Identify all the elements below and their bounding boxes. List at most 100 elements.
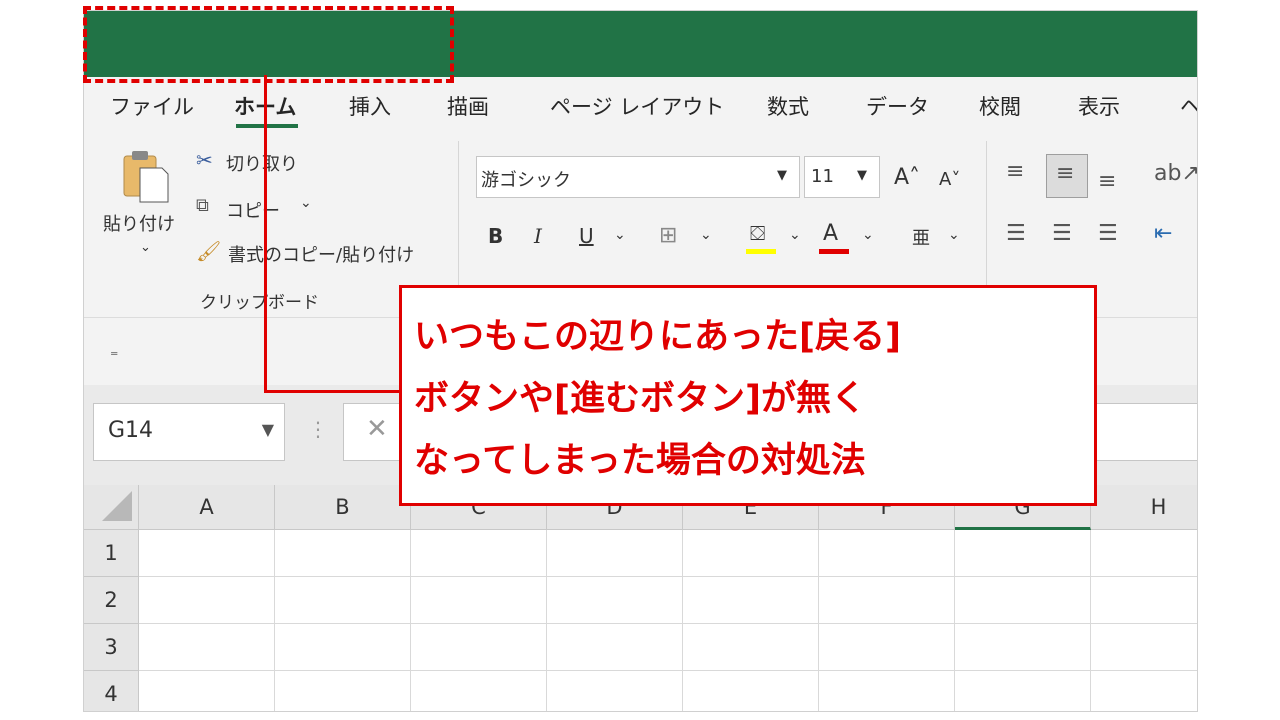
chevron-down-icon: ▼	[857, 168, 867, 183]
scissors-icon: ✂	[196, 148, 213, 172]
cell-c1[interactable]	[411, 530, 547, 577]
cell-c2[interactable]	[411, 577, 547, 624]
increase-font-size-icon[interactable]: A˄	[894, 165, 920, 190]
column-header-h[interactable]: H	[1091, 485, 1197, 530]
align-left-icon[interactable]: ☰	[1006, 221, 1026, 246]
cell-h1[interactable]	[1091, 530, 1197, 577]
align-middle-button[interactable]: ≡	[1046, 154, 1088, 198]
decrease-font-size-icon[interactable]: A˅	[939, 169, 960, 190]
phonetic-guide-icon[interactable]: 亜	[912, 224, 930, 250]
copy-icon: ⧉	[196, 195, 209, 216]
cut-button[interactable]: ✂ 切り取り	[196, 148, 326, 176]
tab-page-layout[interactable]: ページ レイアウト	[550, 91, 724, 121]
copy-button[interactable]: ⧉ コピー ⌄	[196, 195, 326, 223]
cell-g4[interactable]	[955, 671, 1091, 711]
phonetic-dropdown-icon[interactable]: ⌄	[948, 227, 960, 243]
fill-color-dropdown-icon[interactable]: ⌄	[789, 227, 801, 243]
cell-f1[interactable]	[819, 530, 955, 577]
cell-h3[interactable]	[1091, 624, 1197, 671]
copy-label: コピー	[226, 201, 280, 222]
cell-b3[interactable]	[275, 624, 411, 671]
paint-bucket-icon: ⛋	[750, 221, 766, 245]
callout-connector	[264, 390, 400, 393]
callout-box: いつもこの辺りにあった[戻る] ボタンや[進むボタン]が無く なってしまった場合…	[399, 285, 1097, 506]
tab-data[interactable]: データ	[866, 91, 929, 121]
align-right-icon[interactable]: ☰	[1098, 221, 1118, 246]
quick-access-customize-icon[interactable]: ₌	[110, 341, 118, 360]
font-color-dropdown-icon[interactable]: ⌄	[862, 227, 874, 243]
cell-h2[interactable]	[1091, 577, 1197, 624]
paste-dropdown-icon[interactable]: ⌄	[140, 240, 151, 255]
cell-b1[interactable]	[275, 530, 411, 577]
cell-e4[interactable]	[683, 671, 819, 711]
cell-f2[interactable]	[819, 577, 955, 624]
paste-button[interactable]: 貼り付け ⌄	[103, 148, 186, 268]
italic-button[interactable]: I	[534, 224, 542, 248]
font-size-select[interactable]: 11 ▼	[804, 156, 880, 198]
cell-f3[interactable]	[819, 624, 955, 671]
fill-color-button[interactable]: ⛋	[746, 221, 780, 255]
cell-c3[interactable]	[411, 624, 547, 671]
tab-formulas[interactable]: 数式	[767, 91, 809, 121]
cell-d1[interactable]	[547, 530, 683, 577]
bold-button[interactable]: B	[488, 224, 503, 248]
cell-a4[interactable]	[139, 671, 275, 711]
cell-f4[interactable]	[819, 671, 955, 711]
cell-g1[interactable]	[955, 530, 1091, 577]
formula-bar-splitter[interactable]: ⋮	[308, 417, 328, 441]
cell-b2[interactable]	[275, 577, 411, 624]
align-top-icon[interactable]: ≡	[1006, 159, 1024, 184]
cut-label: 切り取り	[226, 154, 298, 175]
cell-g2[interactable]	[955, 577, 1091, 624]
cell-d4[interactable]	[547, 671, 683, 711]
font-name-value: 游ゴシック	[481, 170, 571, 191]
row-header-1[interactable]: 1	[84, 530, 139, 577]
column-header-a[interactable]: A	[139, 485, 275, 530]
underline-dropdown-icon[interactable]: ⌄	[614, 227, 626, 243]
callout-connector	[264, 75, 267, 393]
cell-d2[interactable]	[547, 577, 683, 624]
name-box[interactable]: G14 ▼	[93, 403, 285, 461]
copy-dropdown-icon[interactable]: ⌄	[300, 195, 312, 211]
cell-e1[interactable]	[683, 530, 819, 577]
tab-help[interactable]: ヘ	[1180, 91, 1197, 121]
borders-icon[interactable]: ⊞	[659, 223, 677, 248]
cell-a3[interactable]	[139, 624, 275, 671]
tab-draw[interactable]: 描画	[447, 91, 489, 121]
decrease-indent-icon[interactable]: ⇤	[1154, 221, 1172, 246]
row-header-2[interactable]: 2	[84, 577, 139, 624]
select-all-button[interactable]	[84, 485, 139, 530]
align-bottom-icon[interactable]: ≡	[1098, 169, 1116, 194]
cell-d3[interactable]	[547, 624, 683, 671]
align-center-icon[interactable]: ☰	[1052, 221, 1072, 246]
tab-insert[interactable]: 挿入	[349, 91, 391, 121]
format-painter-button[interactable]: 🖌 書式のコピー/貼り付け	[196, 239, 446, 267]
cell-a1[interactable]	[139, 530, 275, 577]
worksheet-grid: A B C D E F G H 1 2 3 4	[84, 485, 1197, 711]
cell-e3[interactable]	[683, 624, 819, 671]
tab-file[interactable]: ファイル	[110, 91, 194, 121]
format-painter-label: 書式のコピー/貼り付け	[228, 245, 415, 266]
brush-icon: 🖌	[196, 239, 222, 263]
column-header-b[interactable]: B	[275, 485, 411, 530]
borders-dropdown-icon[interactable]: ⌄	[700, 227, 712, 243]
underline-button[interactable]: U	[579, 224, 594, 248]
close-icon[interactable]: ✕	[366, 414, 388, 444]
name-box-value: G14	[108, 418, 154, 443]
paste-icon	[123, 151, 169, 203]
active-tab-indicator	[236, 124, 298, 128]
cell-a2[interactable]	[139, 577, 275, 624]
row-header-3[interactable]: 3	[84, 624, 139, 671]
cell-g3[interactable]	[955, 624, 1091, 671]
tab-review[interactable]: 校閲	[979, 91, 1021, 121]
highlight-dashed-box	[83, 6, 454, 83]
cell-b4[interactable]	[275, 671, 411, 711]
row-header-4[interactable]: 4	[84, 671, 139, 711]
cell-c4[interactable]	[411, 671, 547, 711]
cell-e2[interactable]	[683, 577, 819, 624]
orientation-icon[interactable]: ab↗	[1154, 161, 1197, 186]
cell-h4[interactable]	[1091, 671, 1197, 711]
tab-view[interactable]: 表示	[1078, 91, 1120, 121]
font-name-select[interactable]: 游ゴシック ▼	[476, 156, 800, 198]
font-color-button[interactable]: A	[819, 221, 853, 255]
